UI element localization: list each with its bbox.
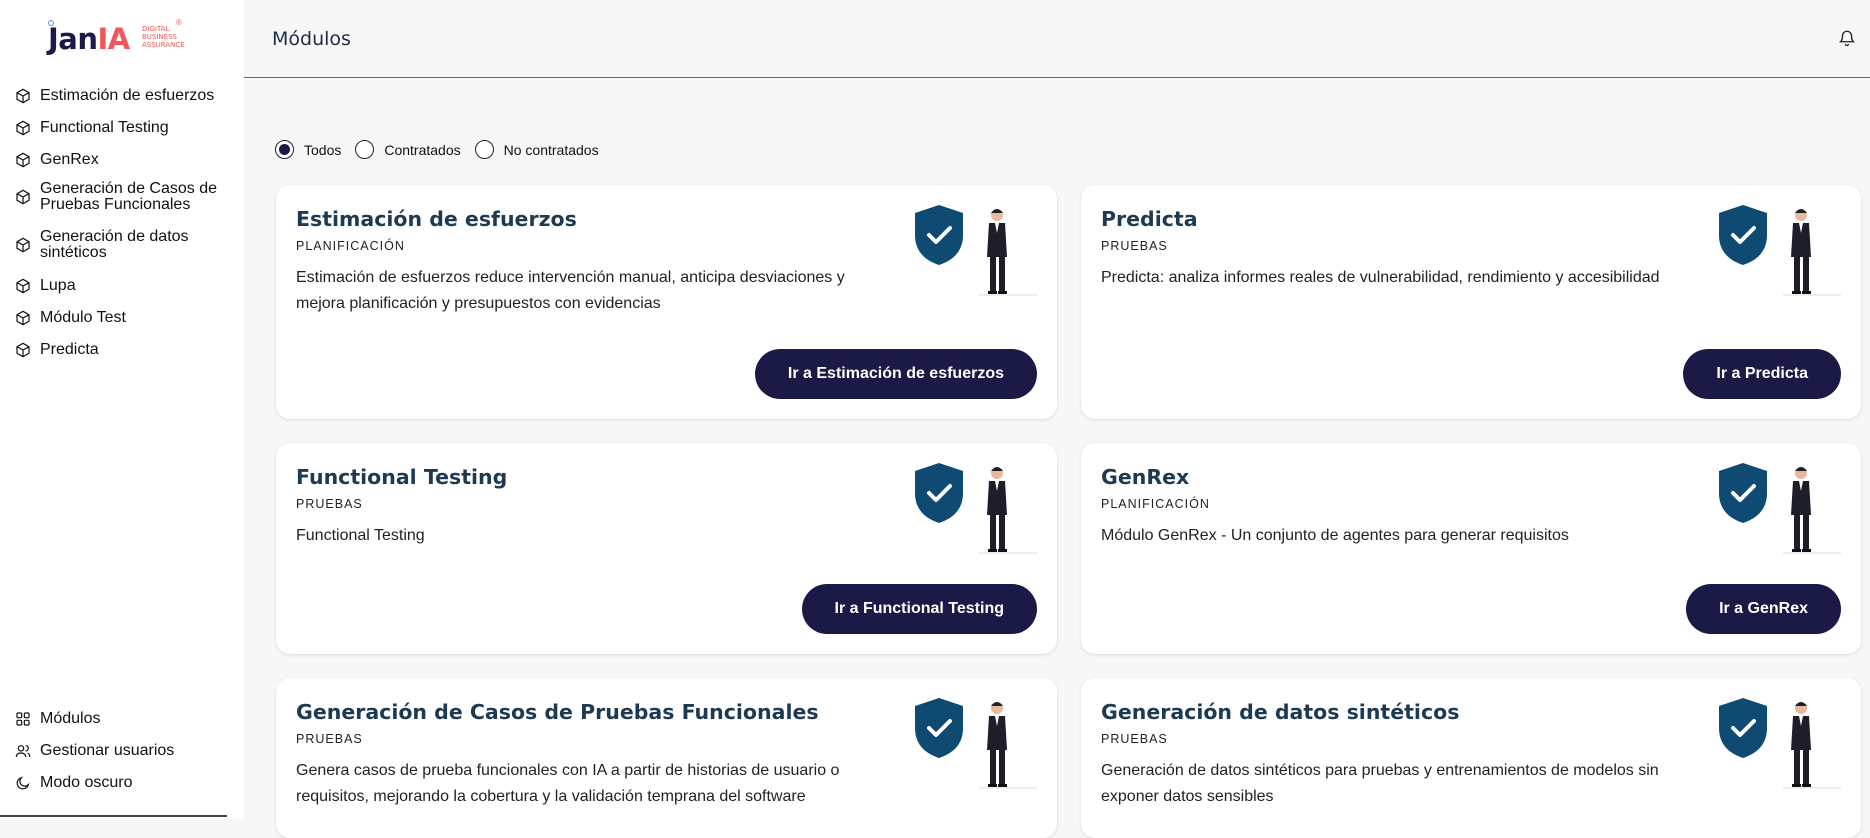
- sidebar-item-estimacion[interactable]: Estimación de esfuerzos: [14, 82, 240, 110]
- filter-label: No contratados: [503, 141, 599, 158]
- sidebar-item-predicta[interactable]: Predicta: [14, 334, 240, 366]
- go-to-module-button[interactable]: Ir a Estimación de esfuerzos: [754, 349, 1037, 399]
- sidebar-item-label: Functional Testing: [40, 119, 169, 136]
- sidebar-item-label: Modo oscuro: [40, 774, 133, 791]
- security-shield-illustration: [909, 698, 1037, 790]
- moon-icon: [14, 775, 31, 792]
- sidebar-item-label: Módulos: [40, 710, 101, 727]
- logo-tagline-2: BUSINESS: [142, 33, 177, 41]
- filter-contratados[interactable]: Contratados: [355, 140, 461, 159]
- sidebar-item-label: Lupa: [40, 277, 76, 294]
- filter-no-contratados[interactable]: No contratados: [474, 140, 599, 159]
- cube-icon: [14, 88, 31, 105]
- filter-todos[interactable]: Todos: [275, 140, 341, 159]
- cube-icon: [14, 120, 31, 137]
- security-shield-illustration: [1713, 463, 1841, 555]
- sidebar-item-label: Gestionar usuarios: [40, 742, 175, 759]
- grid-icon: [14, 711, 31, 728]
- card-title: Generación de datos sintéticos: [1101, 700, 1460, 724]
- logo-tagline-1: DIGITAL: [142, 25, 170, 33]
- logo-registered: ®: [176, 18, 182, 27]
- security-shield-illustration: [1713, 205, 1841, 297]
- card-title: Predicta: [1101, 207, 1198, 231]
- cube-icon: [14, 189, 31, 206]
- module-card: Generación de datos sintéticos PRUEBAS G…: [1081, 678, 1861, 838]
- users-icon: [14, 743, 31, 760]
- logo-tagline-3: ASSURANCE: [142, 41, 185, 49]
- card-title: Estimación de esfuerzos: [296, 207, 577, 231]
- security-shield-illustration: [1713, 698, 1841, 790]
- radio-selected[interactable]: [275, 140, 294, 159]
- sidebar-item-modulos[interactable]: Módulos: [14, 703, 240, 735]
- card-category: PLANIFICACIÓN: [296, 239, 405, 253]
- card-title: GenRex: [1101, 465, 1190, 489]
- go-to-module-button[interactable]: Ir a Predicta: [1683, 349, 1841, 399]
- module-card: Functional Testing PRUEBAS Functional Te…: [276, 443, 1057, 654]
- cube-icon: [14, 152, 31, 169]
- sidebar-item-modulo-test[interactable]: Módulo Test: [14, 302, 240, 334]
- sidebar-item-gestionar-usuarios[interactable]: Gestionar usuarios: [14, 735, 240, 767]
- logo-tagline: DIGITAL BUSINESS ASSURANCE: [142, 25, 185, 49]
- page-title: Módulos: [272, 28, 351, 50]
- janai-logo[interactable]: JanIA DIGITAL BUSINESS ASSURANCE ®: [44, 16, 204, 56]
- module-filter-group: Todos Contratados No contratados: [275, 140, 613, 159]
- filter-label: Todos: [304, 141, 342, 158]
- sidebar-item-genrex[interactable]: GenRex: [14, 146, 240, 174]
- cube-icon: [14, 237, 31, 254]
- card-category: PRUEBAS: [1101, 239, 1168, 253]
- card-title: Functional Testing: [296, 465, 508, 489]
- card-description: Estimación de esfuerzos reduce intervenc…: [296, 269, 845, 312]
- logo-ia: IA: [97, 22, 131, 56]
- cube-icon: [14, 342, 31, 359]
- bell-icon[interactable]: [1838, 29, 1856, 47]
- module-card: Estimación de esfuerzos PLANIFICACIÓN Es…: [276, 185, 1057, 419]
- logo-jan: Jan: [48, 22, 98, 56]
- card-description: Functional Testing: [296, 527, 425, 544]
- module-card: Predicta PRUEBAS Predicta: analiza infor…: [1081, 185, 1861, 419]
- security-shield-illustration: [909, 205, 1037, 297]
- sidebar-item-label: Predicta: [40, 341, 99, 358]
- card-category: PRUEBAS: [1101, 732, 1168, 746]
- sidebar-item-label: Generación de datos sintéticos: [40, 228, 189, 261]
- filter-label: Contratados: [384, 141, 461, 158]
- sidebar-item-label: Estimación de esfuerzos: [40, 87, 215, 104]
- card-description: Predicta: analiza informes reales de vul…: [1101, 269, 1660, 286]
- radio-dot: [279, 144, 290, 155]
- card-description: Módulo GenRex - Un conjunto de agentes p…: [1101, 527, 1569, 544]
- sidebar-item-label: Módulo Test: [40, 309, 126, 326]
- sidebar-divider: [0, 815, 227, 817]
- sidebar-item-functional-testing[interactable]: Functional Testing: [14, 110, 240, 146]
- sidebar-item-casos-pruebas[interactable]: Generación de Casos de Pruebas Funcional…: [14, 174, 240, 220]
- module-card: Generación de Casos de Pruebas Funcional…: [276, 678, 1057, 838]
- go-to-module-button[interactable]: Ir a Functional Testing: [801, 584, 1037, 634]
- security-shield-illustration: [909, 463, 1037, 555]
- card-description: Genera casos de prueba funcionales con I…: [296, 762, 840, 805]
- cube-icon: [14, 310, 31, 327]
- module-card: GenRex PLANIFICACIÓN Módulo GenRex - Un …: [1081, 443, 1861, 654]
- card-category: PRUEBAS: [296, 497, 363, 511]
- logo-wordmark: JanIA: [48, 22, 130, 56]
- radio-unselected[interactable]: [355, 140, 375, 159]
- sidebar-item-modo-oscuro[interactable]: Modo oscuro: [14, 767, 240, 799]
- radio-unselected[interactable]: [474, 140, 494, 159]
- card-description: Generación de datos sintéticos para prue…: [1101, 762, 1659, 805]
- sidebar-bottom-nav: Módulos Gestionar usuarios Modo oscuro: [14, 703, 240, 799]
- card-category: PLANIFICACIÓN: [1101, 497, 1210, 511]
- top-header: Módulos: [244, 0, 1870, 78]
- go-to-module-button[interactable]: Ir a GenRex: [1686, 584, 1841, 634]
- cube-icon: [14, 278, 31, 295]
- card-title: Generación de Casos de Pruebas Funcional…: [296, 700, 819, 724]
- sidebar-item-label: GenRex: [40, 151, 99, 168]
- sidebar: JanIA DIGITAL BUSINESS ASSURANCE ® Estim…: [0, 0, 244, 819]
- sidebar-nav: Estimación de esfuerzos Functional Testi…: [14, 82, 240, 366]
- sidebar-item-label: Generación de Casos de Pruebas Funcional…: [40, 180, 217, 213]
- sidebar-item-lupa[interactable]: Lupa: [14, 270, 240, 302]
- sidebar-item-datos-sinteticos[interactable]: Generación de datos sintéticos: [14, 220, 240, 270]
- card-category: PRUEBAS: [296, 732, 363, 746]
